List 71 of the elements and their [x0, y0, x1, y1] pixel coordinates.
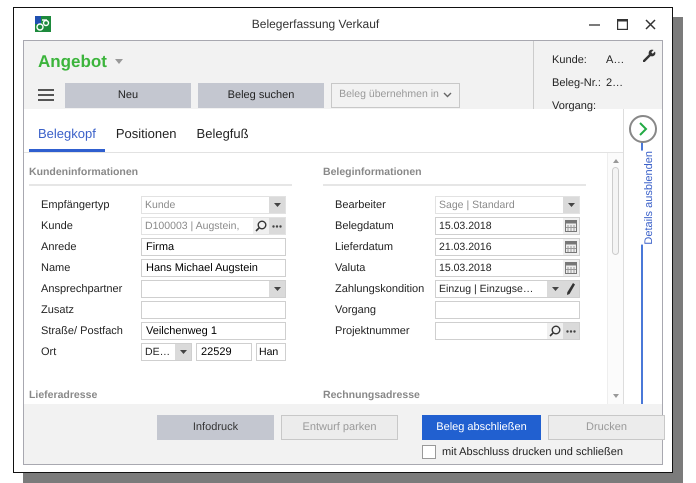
menu-icon[interactable]: [38, 88, 54, 102]
text-field[interactable]: [141, 301, 286, 320]
text-field[interactable]: Veilchenweg 1: [141, 322, 286, 340]
more-button[interactable]: [563, 323, 579, 340]
field-label: Lieferdatum: [335, 240, 394, 255]
info-value: 2…: [606, 76, 624, 92]
field-label: Valuta: [335, 261, 366, 276]
toolbar-button[interactable]: Beleg suchen: [198, 82, 324, 108]
text-field[interactable]: Hans Michael Augstein: [141, 259, 286, 278]
checkbox[interactable]: [422, 445, 436, 460]
field-label: Ansprechpartner: [41, 282, 124, 297]
expand-button[interactable]: [629, 115, 657, 143]
caret-icon[interactable]: [175, 344, 191, 360]
text-field[interactable]: [435, 301, 580, 320]
info-label: Vorgang:: [552, 99, 598, 114]
field-label: Anrede: [41, 240, 78, 255]
scroll-down-icon[interactable]: [612, 394, 618, 398]
window-title: Belegerfassung Verkauf: [250, 16, 380, 33]
info-label: Kunde:: [552, 53, 588, 68]
caret-icon[interactable]: [269, 281, 285, 298]
search-icon[interactable]: [547, 323, 563, 340]
calendar-icon[interactable]: [563, 218, 579, 234]
text-field[interactable]: Firma: [141, 238, 286, 256]
close-icon[interactable]: [644, 18, 656, 30]
field-label: Straße/ Postfach: [41, 324, 124, 339]
checkbox-label: mit Abschluss drucken und schließen: [442, 445, 623, 460]
scrollbar-thumb[interactable]: [612, 167, 619, 255]
chevron-icon: [638, 122, 648, 136]
field-label: Belegdatum: [335, 219, 395, 234]
field-label: Zusatz: [41, 303, 76, 318]
scrollbar[interactable]: [607, 153, 623, 404]
tab[interactable]: Belegfuß: [188, 124, 258, 152]
section-heading: Lieferadresse: [29, 388, 98, 404]
field-label: Kunde: [41, 219, 74, 234]
date-field[interactable]: 21.03.2016: [435, 238, 580, 256]
maximize-icon[interactable]: [616, 18, 628, 30]
scroll-up-icon[interactable]: [612, 159, 618, 163]
field-label: Empfängertyp: [41, 198, 110, 213]
tab[interactable]: Positionen: [106, 124, 186, 152]
lookup-field[interactable]: [435, 322, 580, 340]
country-dropdown[interactable]: DE…: [141, 343, 192, 362]
section-heading: Beleginformationen: [323, 165, 586, 186]
footer-button[interactable]: Beleg abschließen: [422, 415, 541, 440]
info-value: A…: [606, 53, 624, 68]
toolbar-button[interactable]: Neu: [65, 82, 191, 108]
chevron-icon: [442, 92, 452, 98]
section-heading: Rechnungsadresse: [323, 388, 421, 404]
wrench-icon[interactable]: [643, 49, 656, 62]
field-label: Name: [41, 261, 72, 276]
dots-icon: [566, 330, 576, 333]
pencil-icon[interactable]: [563, 281, 579, 298]
caret-icon[interactable]: [547, 281, 563, 298]
calendar-icon[interactable]: [563, 260, 579, 276]
app-icon: [35, 16, 51, 32]
date-field[interactable]: 15.03.2018: [435, 217, 580, 236]
date-field[interactable]: 15.03.2018: [435, 259, 580, 278]
dots-icon: [272, 224, 282, 228]
field-label: Bearbeiter: [335, 198, 387, 213]
dropdown-field[interactable]: Einzug | Einzugse…: [435, 280, 580, 298]
field-label: Ort: [41, 345, 58, 360]
city-field[interactable]: Han: [256, 343, 286, 362]
zip-field[interactable]: 22529: [196, 343, 252, 362]
field-label: Projektnummer: [335, 324, 411, 339]
field-label: Zahlungskondition: [335, 282, 426, 297]
section-heading: Kundeninformationen: [29, 165, 292, 186]
dropdown-field[interactable]: [141, 280, 286, 298]
footer-button[interactable]: Infodruck: [157, 415, 274, 440]
calendar-icon[interactable]: [563, 239, 579, 256]
info-label: Beleg-Nr.:: [552, 76, 602, 92]
field-label: Vorgang: [335, 303, 377, 318]
tab[interactable]: Belegkopf: [29, 124, 105, 152]
